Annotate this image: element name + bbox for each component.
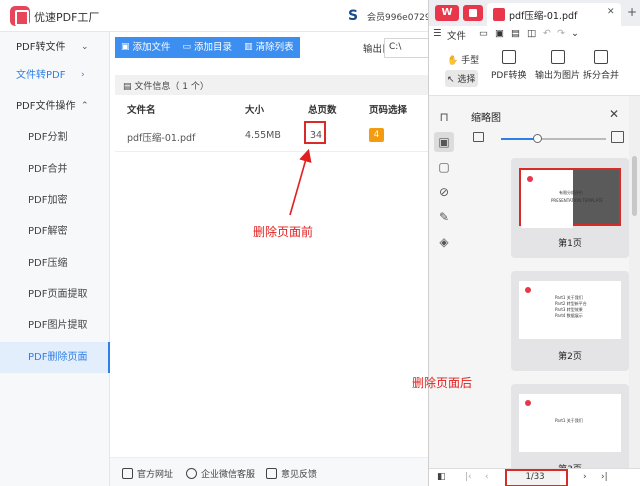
annotation-before: 删除页面前 — [253, 225, 314, 239]
pdf-convert-button[interactable]: PDF转换 — [491, 50, 527, 81]
footer-wechat[interactable]: 企业微信客服 — [186, 467, 255, 480]
page-label: 第1页 — [558, 239, 582, 249]
save-icon[interactable]: ▣ — [495, 28, 504, 39]
bookmark-icon[interactable]: ⊓ — [437, 110, 451, 124]
arrow-before — [289, 148, 312, 216]
layers-icon[interactable]: ◈ — [437, 235, 451, 249]
zoom-slider-knob[interactable] — [533, 134, 542, 143]
page-text: PRESENTATION TEMPLATE — [551, 198, 603, 203]
page-preview: 有限分组评价 PRESENTATION TEMPLATE — [519, 168, 621, 228]
zoom-large-icon[interactable] — [611, 131, 624, 143]
tab-document[interactable]: pdf压缩-01.pdf ✕ — [487, 3, 621, 26]
monitor-icon — [122, 468, 133, 479]
wps-side-rail: ⊓ ▣ ▢ ⊘ ✎ ◈ — [429, 96, 459, 468]
footer-wechat-label: 企业微信客服 — [201, 470, 256, 480]
split-icon — [594, 50, 608, 64]
wps-menu-bar: ☰ 文件 ▭ ▣ ▤ ◫ ↶ ↷ ⌄ — [429, 26, 640, 44]
page-text: 有限分组评价 — [559, 190, 583, 195]
hand-icon: ✋ — [447, 56, 459, 66]
tab-title: pdf压缩-01.pdf — [509, 11, 578, 22]
footer-website[interactable]: 官方网址 — [122, 467, 173, 480]
print-icon[interactable]: ▤ — [511, 28, 520, 39]
cursor-icon: ↖ — [447, 75, 455, 85]
close-icon[interactable]: ✕ — [609, 107, 619, 121]
first-page-icon[interactable]: |‹ — [465, 472, 472, 482]
page-text: Part1 关于我们 — [555, 295, 583, 300]
footer-feedback[interactable]: 意见反馈 — [266, 467, 317, 480]
hand-tool-label: 手型 — [461, 56, 480, 66]
page-preview: Part1 关于我们 — [519, 394, 621, 452]
page-text: Part4 数据展示 — [555, 313, 583, 318]
split-merge-label: 拆分合并 — [583, 71, 620, 81]
page-preview: Part1 关于我们 Part2 转型新平台 Part3 转型效果 Part4 … — [519, 281, 621, 339]
folder-open-icon[interactable]: ▭ — [479, 28, 488, 39]
footer-feedback-label: 意见反馈 — [281, 470, 318, 480]
close-icon[interactable]: ✕ — [607, 7, 615, 17]
thumbnail-title: 缩略图 — [471, 113, 501, 124]
redo-icon[interactable]: ↷ — [557, 28, 565, 39]
split-merge-button[interactable]: 拆分合并 — [583, 50, 619, 81]
select-tool[interactable]: ↖ 选择 — [447, 72, 475, 85]
wps-status-bar: ◧ |‹ ‹ 1/33 › ›| — [429, 468, 640, 486]
pdf-convert-label: PDF转换 — [491, 71, 527, 81]
undo-icon[interactable]: ↶ — [543, 28, 551, 39]
attachment-icon[interactable]: ⊘ — [437, 185, 451, 199]
chat-icon — [186, 468, 197, 479]
image-icon — [550, 50, 565, 64]
footer: 官方网址 企业微信客服 意见反馈 — [110, 457, 430, 486]
next-page-icon[interactable]: › — [583, 472, 587, 482]
sign-icon[interactable]: ✎ — [437, 210, 451, 224]
thumbnail-icon[interactable]: ▣ — [437, 135, 451, 149]
wps-logo-icon[interactable]: W — [435, 5, 459, 21]
menu-file[interactable]: 文件 — [447, 28, 466, 42]
page-indicator-highlight — [505, 469, 568, 486]
export-image-button[interactable]: 输出为图片 — [535, 50, 580, 81]
wps-tab-bar: W pdf压缩-01.pdf ✕ + — [429, 0, 640, 26]
export-image-label: 输出为图片 — [535, 71, 581, 81]
feedback-icon — [266, 468, 277, 479]
comment-icon[interactable]: ▢ — [437, 160, 451, 174]
wps-window: W pdf压缩-01.pdf ✕ + ☰ 文件 ▭ ▣ ▤ ◫ ↶ ↷ ⌄ ✋ … — [428, 0, 640, 486]
page-mark-icon — [527, 176, 533, 182]
hand-tool[interactable]: ✋ 手型 — [447, 53, 479, 66]
home-icon[interactable] — [463, 5, 483, 21]
thumbnail-page-3[interactable]: Part1 关于我们 第3页 — [511, 384, 629, 475]
zoom-slider-fill — [501, 138, 535, 140]
pdf-icon — [493, 8, 505, 21]
thumbnail-page-1[interactable]: 有限分组评价 PRESENTATION TEMPLATE 第1页 — [511, 158, 629, 258]
page-text: Part1 关于我们 — [555, 418, 583, 423]
footer-website-label: 官方网址 — [137, 470, 174, 480]
convert-icon — [501, 50, 516, 64]
menu-icon[interactable]: ☰ — [433, 28, 442, 39]
page-label: 第2页 — [558, 352, 582, 362]
wps-ribbon: ✋ 手型 ↖ 选择 PDF转换 输出为图片 拆分合并 — [429, 44, 640, 96]
page-text: Part3 转型效果 — [555, 307, 583, 312]
select-tool-label: 选择 — [457, 75, 476, 85]
scrollbar-thumb[interactable] — [632, 156, 637, 216]
thumbnail-scrollbar[interactable] — [629, 96, 640, 468]
thumbnail-panel: 缩略图 ✕ 有限分组评价 PRESENTATION TEMPLATE 第1页 P… — [459, 96, 629, 475]
new-tab-icon[interactable]: + — [627, 5, 637, 19]
thumbnail-page-2[interactable]: Part1 关于我们 Part2 转型新平台 Part3 转型效果 Part4 … — [511, 271, 629, 371]
page-mark-icon — [525, 287, 531, 293]
annotation-after: 删除页面后 — [412, 376, 473, 390]
zoom-small-icon[interactable] — [473, 132, 484, 142]
dropdown-icon[interactable]: ⌄ — [571, 28, 579, 39]
prev-page-icon[interactable]: ‹ — [485, 472, 489, 482]
export-icon[interactable]: ◫ — [527, 28, 536, 39]
sidebar-toggle-icon[interactable]: ◧ — [437, 472, 446, 482]
page-text: Part2 转型新平台 — [555, 301, 587, 306]
last-page-icon[interactable]: ›| — [601, 472, 608, 482]
page-mark-icon — [525, 400, 531, 406]
